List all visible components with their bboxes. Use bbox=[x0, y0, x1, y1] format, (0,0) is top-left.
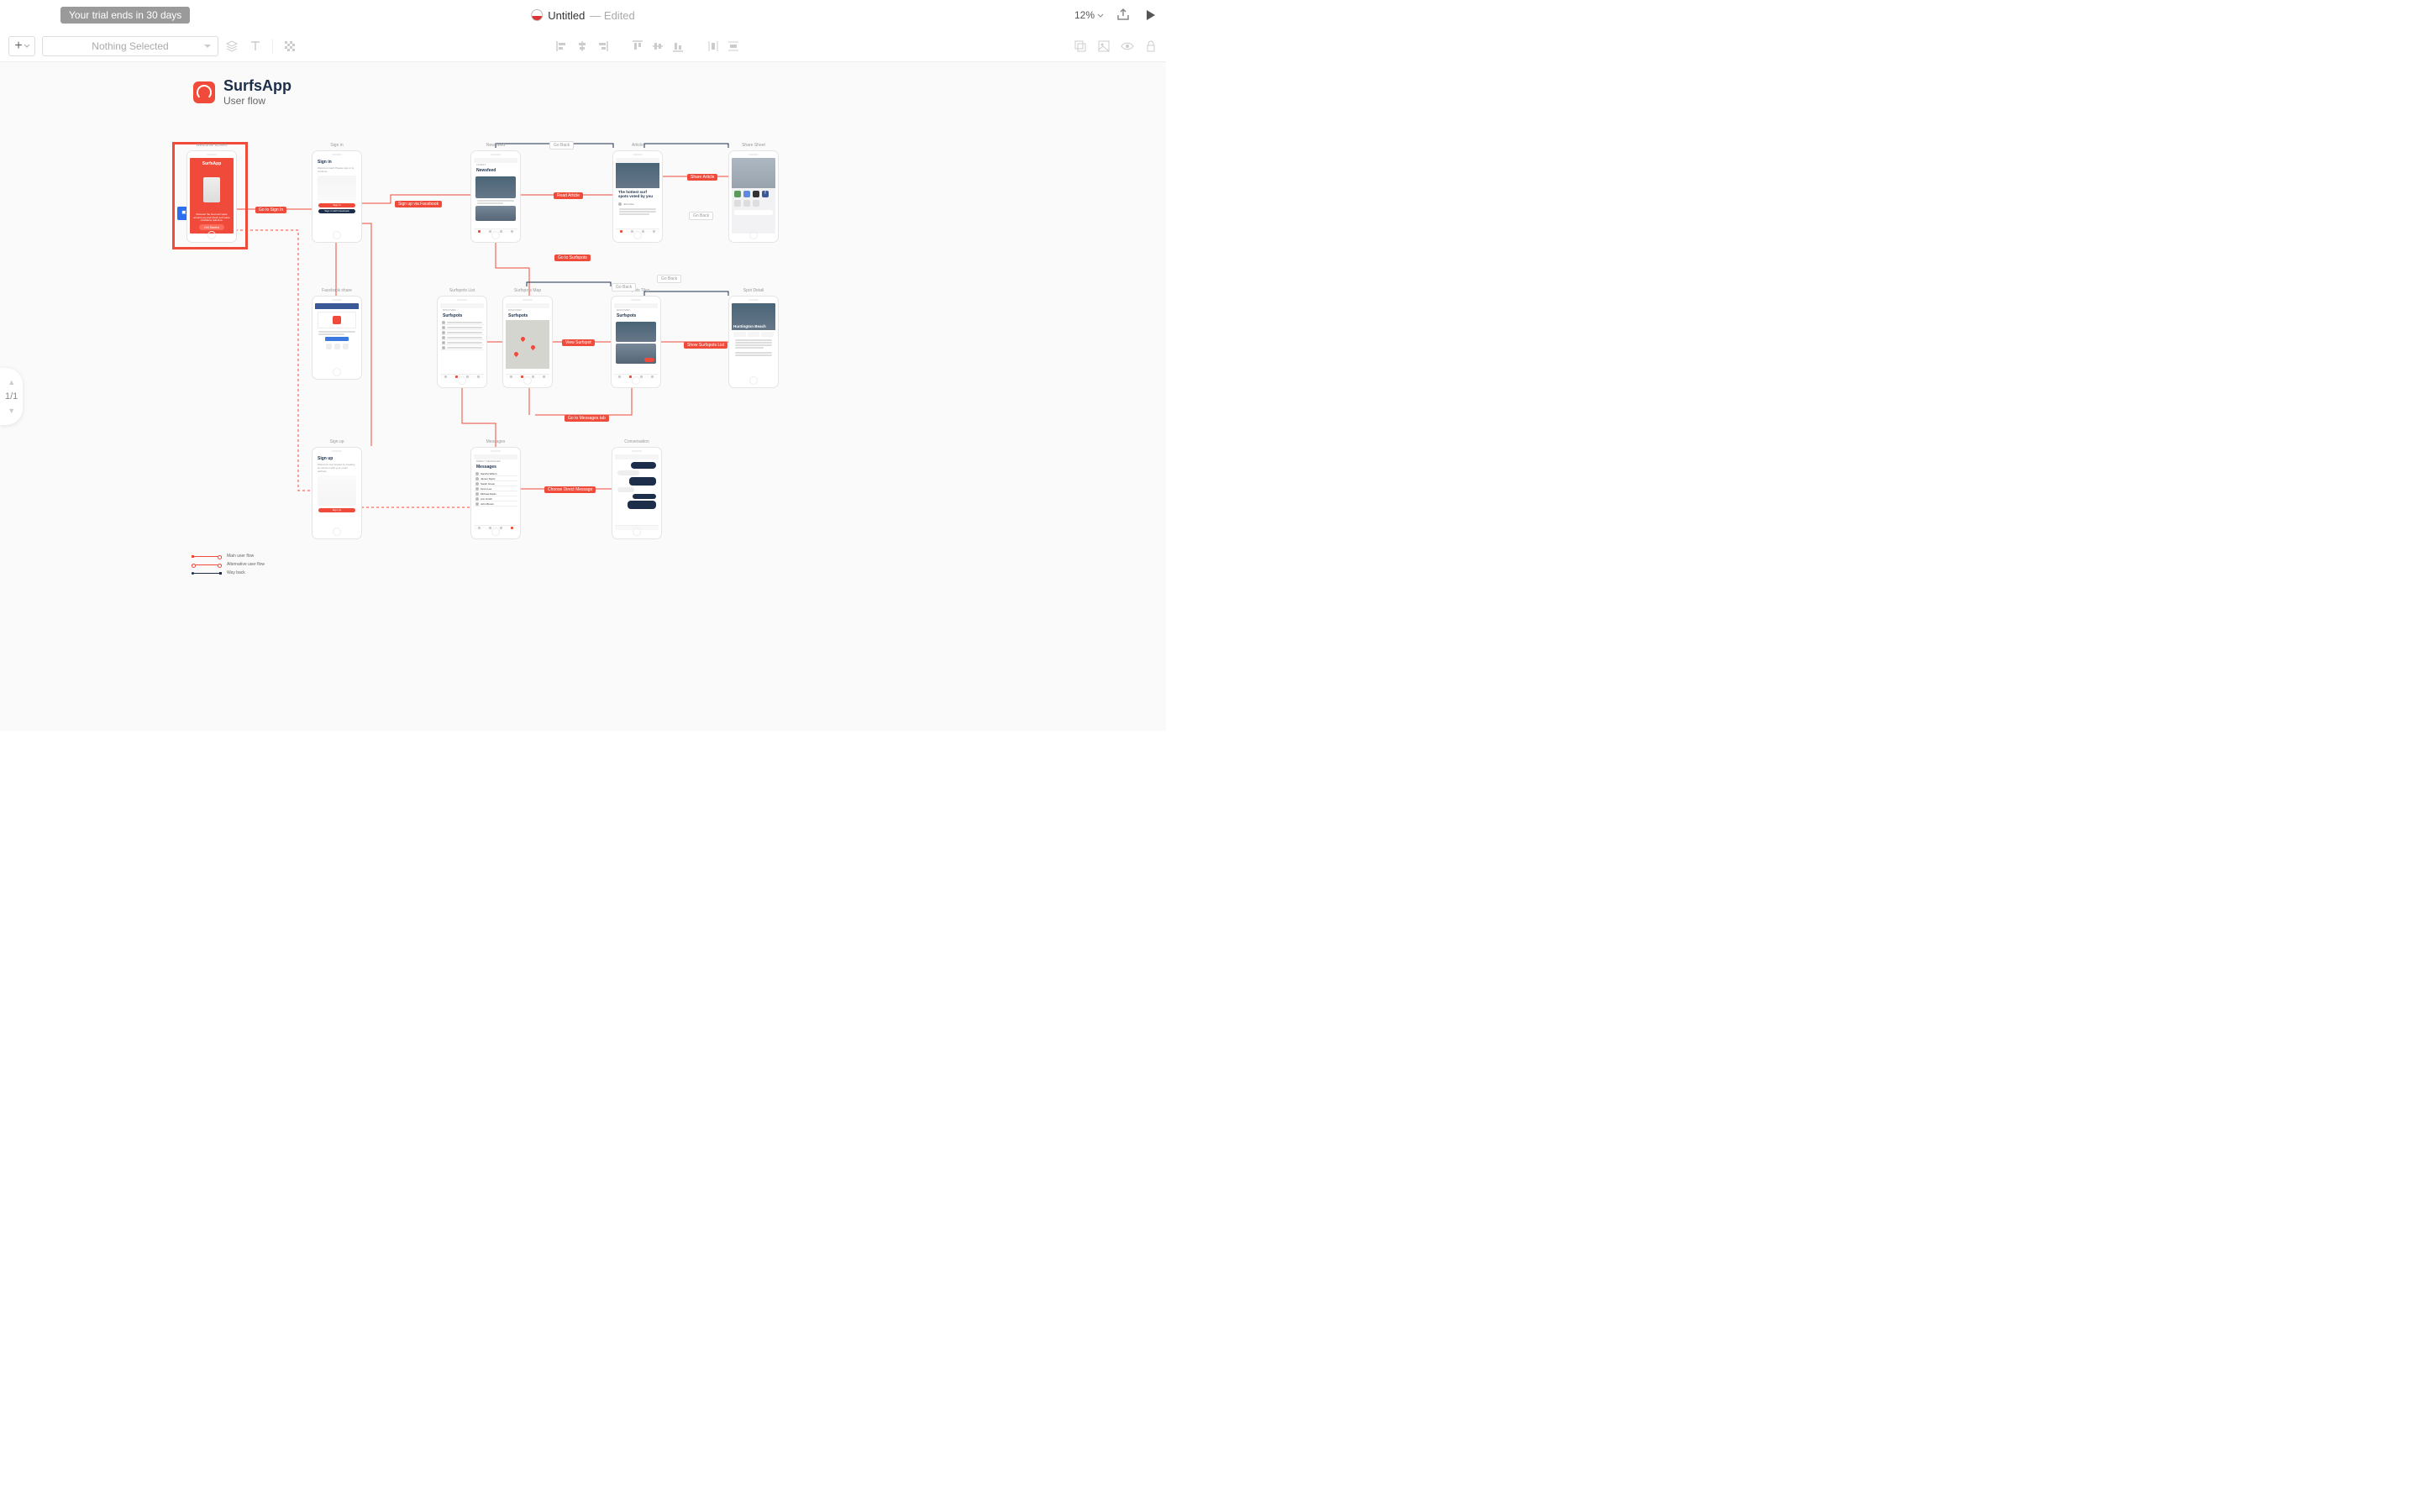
play-icon[interactable] bbox=[1142, 8, 1158, 23]
transparency-icon[interactable] bbox=[283, 39, 297, 53]
screen-signup[interactable]: Sign up Sign up Welcome! Get started by … bbox=[312, 447, 362, 539]
project-name: SurfsApp bbox=[223, 77, 291, 95]
trial-badge: Your trial ends in 30 days bbox=[60, 7, 190, 24]
screen-surfspots-tiles[interactable]: Surfspots Tiles DISCOVER Surfspots bbox=[611, 296, 661, 388]
image-icon[interactable] bbox=[1097, 39, 1111, 53]
title-bar: Your trial ends in 30 days Untitled — Ed… bbox=[0, 0, 1166, 30]
flow-label: Choose Direct Message bbox=[544, 486, 596, 493]
chevron-down-icon bbox=[24, 45, 29, 48]
screen-facebook-share[interactable]: Facebook share bbox=[312, 296, 362, 380]
flow-label: Show Surfspots List bbox=[684, 342, 727, 349]
screen-share-sheet[interactable]: Share Sheet f bbox=[728, 150, 779, 243]
selection-dropdown[interactable]: Nothing Selected bbox=[42, 36, 218, 56]
screen-welcome[interactable]: Welcome screen SurfsApp Discover the bes… bbox=[186, 150, 237, 243]
document-icon bbox=[531, 9, 543, 21]
distribute-v-icon[interactable] bbox=[727, 39, 740, 53]
chevron-down-icon bbox=[1097, 13, 1104, 18]
screen-spot-detail[interactable]: Spot Detail Huntington Beach bbox=[728, 296, 779, 388]
flow-label-back: Go Back bbox=[689, 212, 713, 220]
legend: Main user flow Alternative user flow Way… bbox=[192, 554, 265, 579]
layers-icon[interactable] bbox=[225, 39, 239, 53]
flow-label-back: Go Back bbox=[612, 283, 636, 291]
align-middle-icon[interactable] bbox=[651, 39, 664, 53]
flow-label: Go to Surfspots bbox=[554, 255, 591, 261]
align-left-icon[interactable] bbox=[555, 39, 569, 53]
align-center-h-icon[interactable] bbox=[575, 39, 589, 53]
flow-label-back: Go Back bbox=[549, 141, 574, 150]
align-right-icon[interactable] bbox=[596, 39, 609, 53]
duplicate-icon[interactable] bbox=[1074, 39, 1087, 53]
text-icon[interactable] bbox=[249, 39, 262, 53]
align-bottom-icon[interactable] bbox=[671, 39, 685, 53]
screen-signin[interactable]: Sign in Sign in Welcome back! Please sig… bbox=[312, 150, 362, 243]
toolbar: + Nothing Selected bbox=[0, 30, 1166, 62]
screen-conversation[interactable]: Conversation bbox=[612, 447, 662, 539]
lock-icon[interactable] bbox=[1144, 39, 1158, 53]
canvas[interactable]: ▲ 1/1 ▼ SurfsApp User flow bbox=[0, 62, 1166, 731]
share-icon[interactable] bbox=[1116, 8, 1131, 23]
document-name: Untitled bbox=[548, 9, 585, 22]
project-logo-icon bbox=[193, 81, 215, 103]
flow-label: Go to Sign In bbox=[255, 207, 286, 213]
flow-label-back: Go Back bbox=[657, 275, 681, 283]
flow-label: Read Article bbox=[554, 192, 583, 199]
distribute-h-icon[interactable] bbox=[706, 39, 720, 53]
align-top-icon[interactable] bbox=[631, 39, 644, 53]
page-indicator: 1/1 bbox=[5, 391, 18, 402]
flow-label: Share Article bbox=[687, 174, 717, 181]
project-subtitle: User flow bbox=[223, 95, 291, 107]
flow-label: Sign up via Facebook bbox=[395, 201, 442, 207]
screen-surfspots-list[interactable]: Surfspots List DISCOVER Surfspots bbox=[437, 296, 487, 388]
screen-article[interactable]: Article The hottest surf spots voted by … bbox=[612, 150, 663, 243]
flow-label: View Surfspot bbox=[562, 339, 595, 346]
page-up-icon[interactable]: ▲ bbox=[8, 378, 15, 386]
page-down-icon[interactable]: ▼ bbox=[8, 407, 15, 415]
page-navigator[interactable]: ▲ 1/1 ▼ bbox=[0, 368, 23, 425]
screen-messages[interactable]: Messages DIRECT MESSAGES Messages Sandra… bbox=[470, 447, 521, 539]
screen-newsfeed[interactable]: Newsfeed LATEST Newsfeed bbox=[470, 150, 521, 243]
screen-surfspots-map[interactable]: Surfspots Map DISCOVER Surfspots bbox=[502, 296, 553, 388]
document-title[interactable]: Untitled — Edited bbox=[531, 9, 635, 22]
project-header: SurfsApp User flow bbox=[193, 77, 291, 107]
zoom-level[interactable]: 12% bbox=[1074, 9, 1104, 21]
visibility-icon[interactable] bbox=[1121, 39, 1134, 53]
add-button[interactable]: + bbox=[8, 36, 35, 56]
document-edited: — Edited bbox=[590, 9, 634, 22]
flow-label: Go to Messages tab bbox=[565, 415, 609, 422]
